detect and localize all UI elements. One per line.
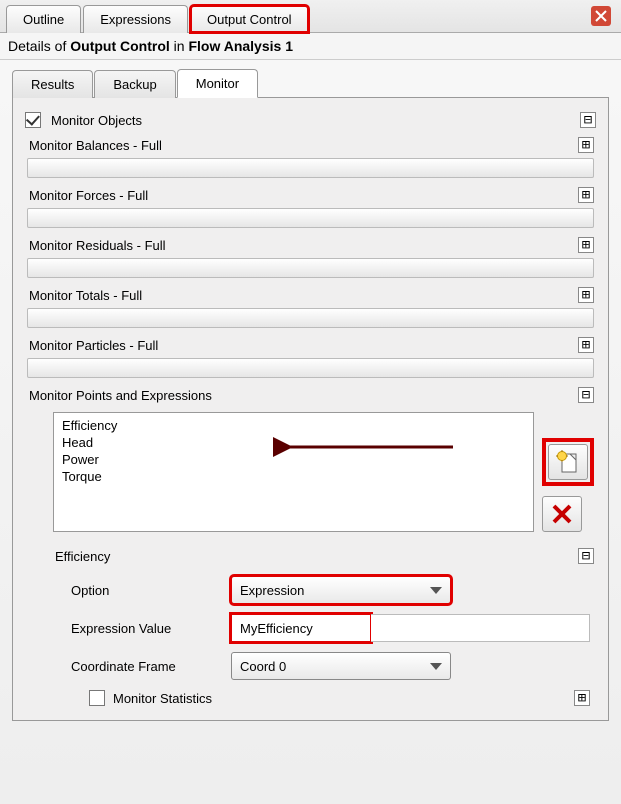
coord-frame-select[interactable]: Coord 0 [231, 652, 451, 680]
tab-expressions[interactable]: Expressions [83, 5, 188, 33]
expand-icon[interactable]: ⊞ [578, 137, 594, 153]
list-item[interactable]: Efficiency [60, 417, 527, 434]
group-points-label: Monitor Points and Expressions [27, 388, 578, 403]
collapse-icon[interactable]: ⊟ [580, 112, 596, 128]
group-particles-label: Monitor Particles - Full [27, 338, 578, 353]
tab-backup[interactable]: Backup [94, 70, 175, 98]
group-balances-bar[interactable] [27, 158, 594, 178]
group-forces-bar[interactable] [27, 208, 594, 228]
expression-value-extend[interactable] [371, 614, 590, 642]
close-button[interactable] [591, 6, 611, 26]
group-residuals-bar[interactable] [27, 258, 594, 278]
list-item[interactable]: Power [60, 451, 527, 468]
tab-results[interactable]: Results [12, 70, 93, 98]
new-document-icon [556, 450, 580, 474]
group-totals-bar[interactable] [27, 308, 594, 328]
collapse-icon[interactable]: ⊟ [578, 387, 594, 403]
group-totals-label: Monitor Totals - Full [27, 288, 578, 303]
chevron-down-icon [430, 587, 442, 594]
group-balances-label: Monitor Balances - Full [27, 138, 578, 153]
delete-item-button[interactable] [542, 496, 582, 532]
tab-monitor[interactable]: Monitor [177, 69, 258, 98]
monitor-points-listbox[interactable]: Efficiency Head Power Torque [53, 412, 534, 532]
tab-outline[interactable]: Outline [6, 5, 81, 33]
group-particles-bar[interactable] [27, 358, 594, 378]
sub-tab-bar: Results Backup Monitor [12, 68, 609, 98]
new-item-button[interactable] [548, 444, 588, 480]
coord-frame-label: Coordinate Frame [71, 659, 231, 674]
details-title: Details of Output Control in Flow Analys… [0, 33, 621, 60]
expression-value-label: Expression Value [71, 621, 231, 636]
details-context: Flow Analysis 1 [188, 38, 293, 54]
option-select[interactable]: Expression [231, 576, 451, 604]
expression-value-input[interactable]: MyEfficiency [231, 614, 371, 642]
expand-icon[interactable]: ⊞ [578, 237, 594, 253]
list-item[interactable]: Head [60, 434, 527, 451]
expression-value-text: MyEfficiency [240, 621, 313, 636]
list-item[interactable]: Torque [60, 468, 527, 485]
chevron-down-icon [430, 663, 442, 670]
efficiency-title: Efficiency [53, 549, 578, 564]
expand-icon[interactable]: ⊞ [574, 690, 590, 706]
expand-icon[interactable]: ⊞ [578, 337, 594, 353]
details-mid: in [170, 38, 189, 54]
group-forces-label: Monitor Forces - Full [27, 188, 578, 203]
details-prefix: Details of [8, 38, 70, 54]
monitor-objects-label: Monitor Objects [49, 113, 580, 128]
monitor-statistics-checkbox[interactable] [89, 690, 105, 706]
option-value: Expression [240, 583, 304, 598]
expand-icon[interactable]: ⊞ [578, 287, 594, 303]
delete-x-icon [551, 503, 573, 525]
expand-icon[interactable]: ⊞ [578, 187, 594, 203]
new-highlight [542, 438, 594, 486]
monitor-statistics-label: Monitor Statistics [113, 691, 212, 706]
option-label: Option [71, 583, 231, 598]
monitor-objects-checkbox[interactable] [25, 112, 41, 128]
collapse-icon[interactable]: ⊟ [578, 548, 594, 564]
group-residuals-label: Monitor Residuals - Full [27, 238, 578, 253]
monitor-panel: Monitor Objects ⊟ Monitor Balances - Ful… [12, 98, 609, 721]
top-tab-bar: Outline Expressions Output Control [0, 0, 621, 33]
coord-frame-value: Coord 0 [240, 659, 286, 674]
details-subject: Output Control [70, 38, 170, 54]
tab-output-control[interactable]: Output Control [190, 5, 309, 33]
